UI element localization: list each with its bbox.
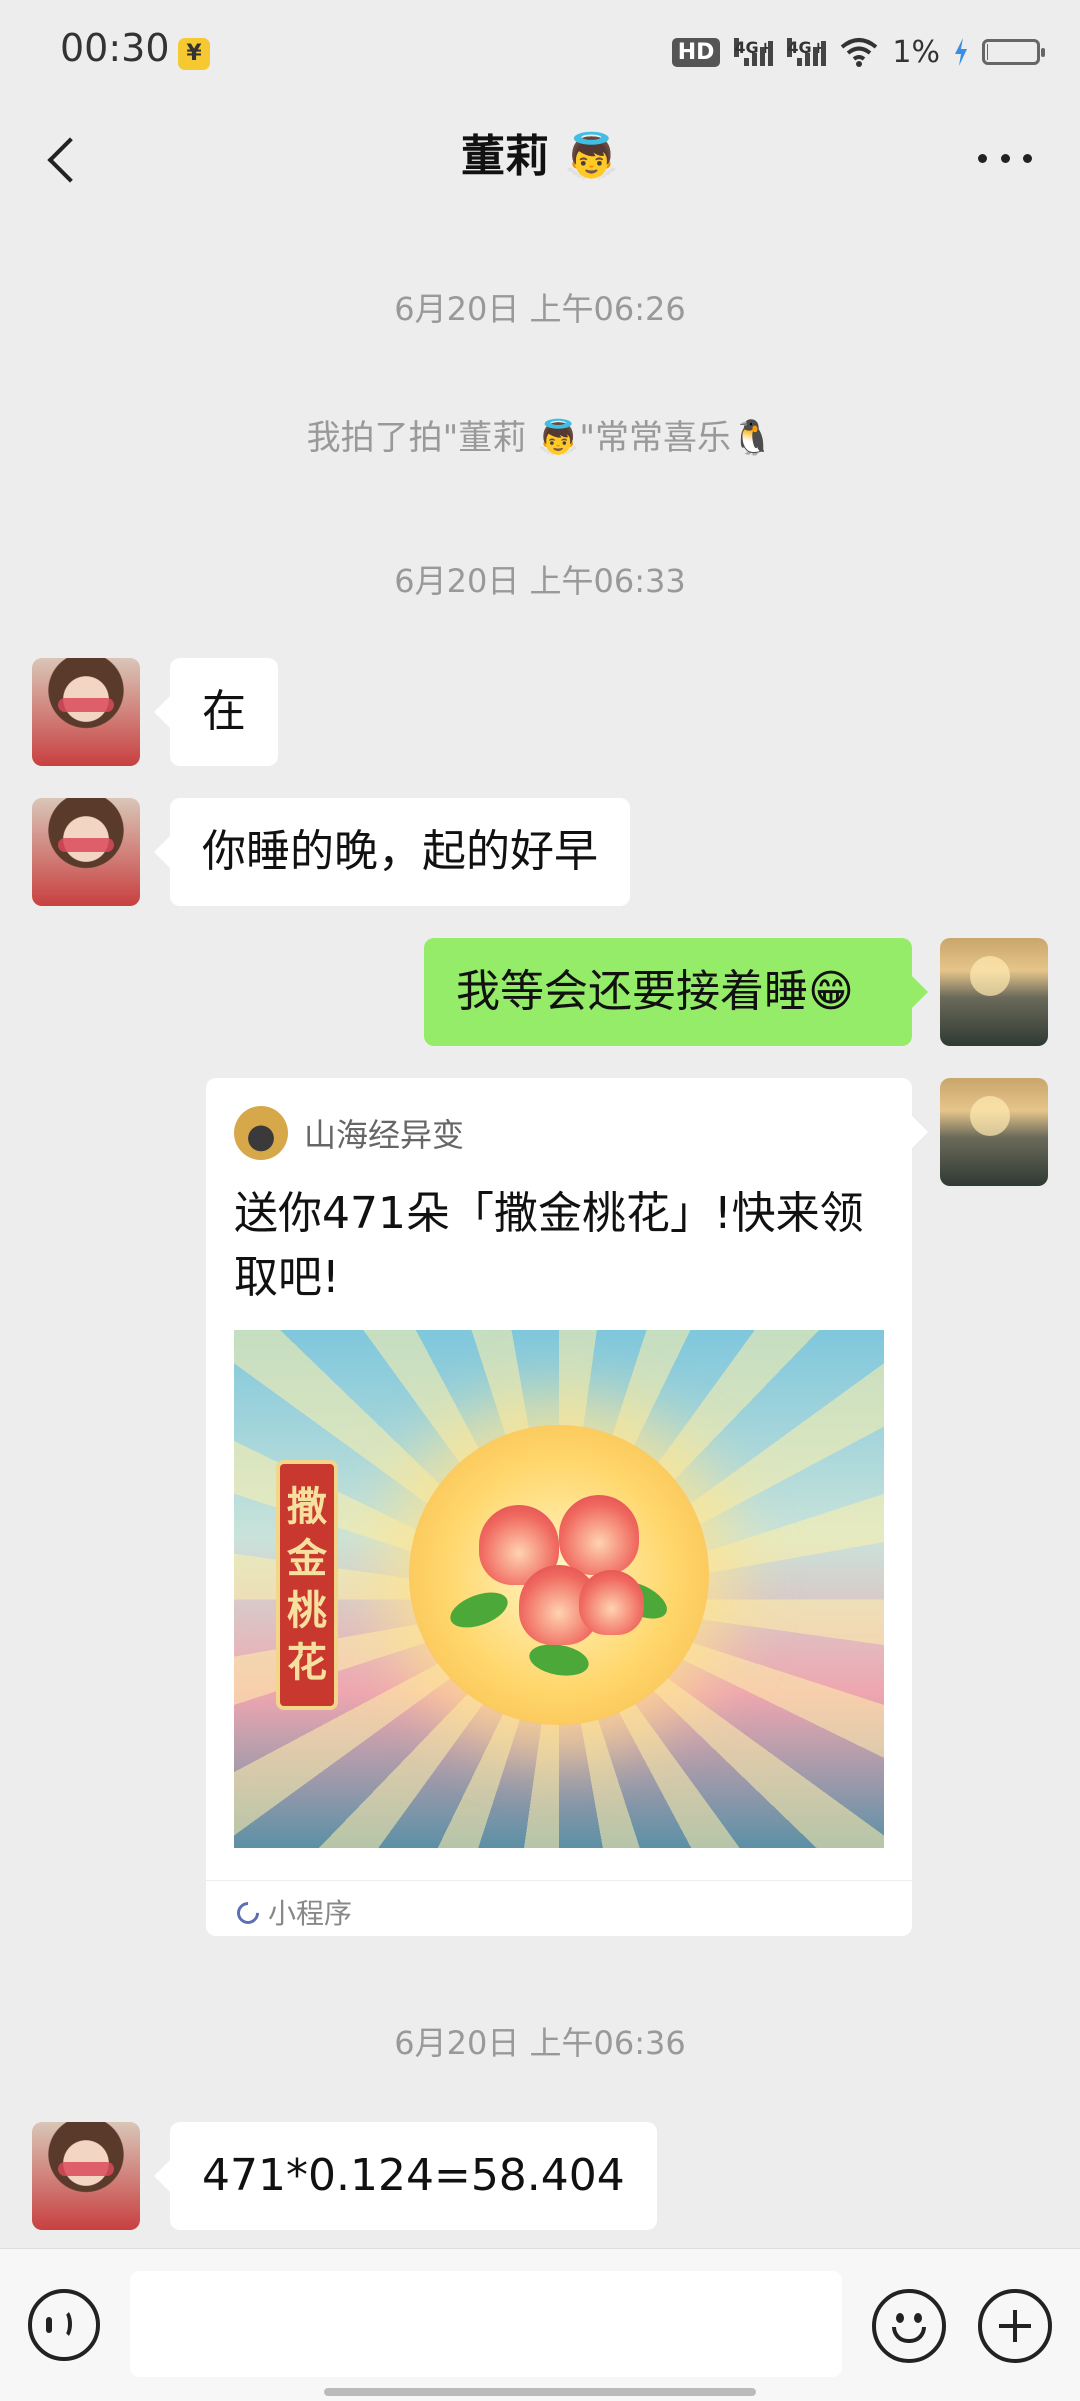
- contact-avatar[interactable]: [32, 798, 140, 906]
- contact-avatar[interactable]: [32, 2122, 140, 2230]
- chat-title: 董莉 👼: [460, 131, 620, 182]
- signal-icon: 4G+: [734, 38, 774, 66]
- my-avatar[interactable]: [940, 1078, 1048, 1186]
- card-divider: [206, 1880, 912, 1881]
- battery-icon: [982, 39, 1045, 65]
- hd-icon: HD: [671, 37, 721, 67]
- mini-program-label: 小程序: [268, 1897, 353, 1930]
- signal-icon: 4G+: [787, 38, 827, 66]
- mini-program-footer: 小程序: [234, 1892, 352, 1932]
- mini-program-icon: [234, 1899, 260, 1925]
- mini-program-app-name: 山海经异变: [304, 1116, 465, 1154]
- chat-header: 董莉 👼: [0, 100, 1080, 214]
- chat-input-bar: [0, 2248, 1080, 2401]
- charging-icon: [955, 38, 967, 66]
- message-timestamp: 6月20日 上午06:26: [394, 290, 686, 328]
- message-input[interactable]: [130, 2271, 842, 2377]
- message-bubble-received[interactable]: 471*0.124=58.404: [154, 2122, 657, 2230]
- emoji-icon[interactable]: [872, 2289, 946, 2363]
- more-dots-icon[interactable]: [970, 128, 1040, 188]
- mini-program-app-icon: [234, 1106, 288, 1160]
- battery-percent: 1%: [892, 34, 940, 70]
- mini-program-card[interactable]: 山海经异变 送你471朵「撒金桃花」!快来领取吧! 撒 金 桃 花 小程序: [206, 1078, 928, 1936]
- my-avatar[interactable]: [940, 938, 1048, 1046]
- voice-icon[interactable]: [28, 2289, 100, 2361]
- signal-label: 4G+: [787, 38, 826, 57]
- wifi-icon: [841, 38, 878, 67]
- message-bubble-received[interactable]: 你睡的晚，起的好早: [154, 798, 630, 906]
- plus-icon[interactable]: [978, 2289, 1052, 2363]
- blossom-banner: 撒 金 桃 花: [276, 1460, 338, 1710]
- message-timestamp: 6月20日 上午06:33: [394, 562, 686, 600]
- message-bubble-sent[interactable]: 我等会还要接着睡😁: [424, 938, 928, 1046]
- message-bubble-received[interactable]: 在: [154, 658, 278, 766]
- pat-system-message: 我拍了拍"董莉 👼"常常喜乐🐧: [306, 418, 774, 458]
- yuan-icon: ¥: [178, 38, 210, 70]
- mini-program-cover-image: 撒 金 桃 花: [234, 1330, 884, 1848]
- mini-program-title: 送你471朵「撒金桃花」!快来领取吧!: [234, 1188, 864, 1303]
- peach-blossom-icon: [445, 1485, 673, 1680]
- status-time: 00:30: [60, 26, 170, 70]
- message-timestamp: 6月20日 上午06:36: [394, 2024, 686, 2062]
- contact-avatar[interactable]: [32, 658, 140, 766]
- status-indicators: HD 4G+ 4G+ 1%: [671, 30, 1045, 74]
- signal-label: 4G+: [734, 38, 773, 57]
- home-indicator[interactable]: [324, 2388, 756, 2396]
- status-bar: 00:30 ¥ HD 4G+ 4G+ 1%: [0, 0, 1080, 100]
